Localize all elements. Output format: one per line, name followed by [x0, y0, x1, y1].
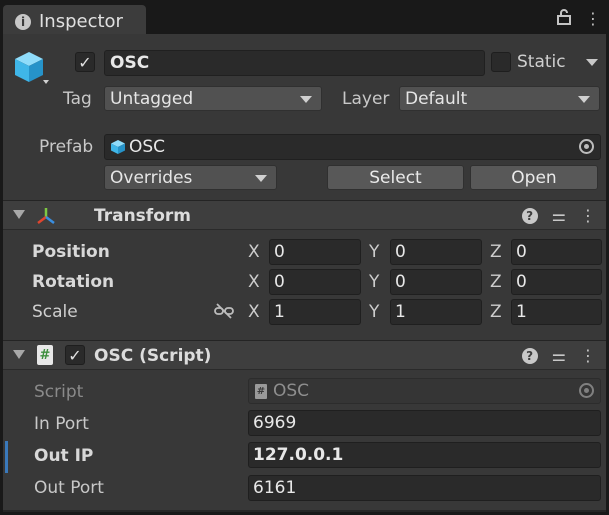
gameobject-name-input[interactable]: OSC: [104, 50, 485, 76]
position-z-input[interactable]: 0: [511, 239, 602, 265]
static-dropdown-icon[interactable]: [586, 59, 598, 66]
script-file-icon: #: [37, 345, 53, 365]
inspector-panel: ✓ OSC Static Tag Untagged Layer Default …: [3, 34, 606, 512]
chevron-down-icon: [300, 96, 312, 103]
link-icon[interactable]: [214, 303, 234, 324]
rotation-label: Rotation: [32, 272, 115, 292]
sliders-icon[interactable]: ⚌: [552, 346, 566, 365]
select-button[interactable]: Select: [327, 165, 464, 190]
script-header[interactable]: # ✓ OSC (Script) ? ⚌ ⋮: [3, 340, 606, 370]
scale-x-input[interactable]: 1: [269, 299, 361, 325]
more-icon[interactable]: ⋮: [585, 9, 601, 29]
position-y-input[interactable]: 0: [390, 239, 482, 265]
transform-icon: [35, 206, 57, 231]
tag-label: Tag: [63, 89, 92, 109]
script-file-icon: #: [255, 383, 267, 399]
chevron-down-icon: [255, 175, 267, 182]
axis-x-label[interactable]: X: [248, 302, 260, 322]
info-icon: i: [15, 13, 31, 30]
static-label: Static: [517, 52, 566, 72]
foldout-icon[interactable]: [13, 350, 25, 359]
axis-x-label[interactable]: X: [248, 242, 260, 262]
help-icon[interactable]: ?: [521, 347, 538, 364]
scale-y-input[interactable]: 1: [390, 299, 482, 325]
script-tools: ? ⚌ ⋮: [521, 346, 596, 365]
axis-z-label[interactable]: Z: [490, 302, 502, 322]
lock-icon[interactable]: [557, 9, 571, 29]
tab-label: Inspector: [39, 11, 123, 32]
script-enabled-checkbox[interactable]: ✓: [65, 345, 85, 365]
bottom-divider: [3, 510, 606, 512]
script-label: Script: [34, 382, 84, 402]
script-title: OSC (Script): [94, 346, 212, 366]
script-value: OSC: [273, 381, 310, 401]
out-ip-label: Out IP: [34, 446, 94, 466]
active-checkbox[interactable]: ✓: [75, 52, 95, 72]
axis-z-label[interactable]: Z: [490, 272, 502, 292]
selection-indicator: [5, 441, 8, 473]
prefab-label: Prefab: [39, 137, 94, 157]
sliders-icon[interactable]: ⚌: [552, 206, 566, 225]
position-x-input[interactable]: 0: [269, 239, 361, 265]
open-button[interactable]: Open: [470, 165, 598, 190]
overrides-label: Overrides: [110, 167, 193, 188]
tab-tools: ⋮: [557, 9, 601, 29]
static-checkbox[interactable]: [491, 52, 511, 72]
axis-z-label[interactable]: Z: [490, 242, 502, 262]
axis-x-label[interactable]: X: [248, 272, 260, 292]
layer-value: Default: [405, 88, 468, 109]
scale-z-input[interactable]: 1: [511, 299, 602, 325]
script-field: # OSC: [248, 378, 601, 404]
position-label: Position: [32, 242, 110, 262]
transform-header[interactable]: Transform ? ⚌ ⋮: [3, 200, 606, 230]
more-icon[interactable]: ⋮: [580, 206, 596, 225]
target-icon[interactable]: [579, 139, 594, 154]
rotation-z-input[interactable]: 0: [511, 269, 602, 295]
target-icon: [579, 383, 594, 398]
axis-y-label[interactable]: Y: [369, 302, 379, 322]
gameobject-icon[interactable]: [13, 50, 49, 93]
tab-inspector[interactable]: i Inspector: [3, 5, 146, 36]
tag-dropdown[interactable]: Untagged: [104, 86, 322, 111]
foldout-icon[interactable]: [13, 210, 25, 219]
axis-y-label[interactable]: Y: [369, 242, 379, 262]
tag-value: Untagged: [110, 88, 194, 109]
out-port-input[interactable]: 6161: [248, 475, 601, 501]
transform-tools: ? ⚌ ⋮: [521, 206, 596, 225]
in-port-input[interactable]: 6969: [248, 410, 601, 436]
out-port-label: Out Port: [34, 478, 104, 498]
help-icon[interactable]: ?: [521, 207, 538, 224]
rotation-x-input[interactable]: 0: [269, 269, 361, 295]
in-port-label: In Port: [34, 414, 89, 434]
transform-title: Transform: [94, 206, 191, 226]
prefab-cube-icon: [111, 140, 125, 154]
prefab-value: OSC: [129, 137, 166, 157]
out-ip-input[interactable]: 127.0.0.1: [248, 442, 601, 468]
layer-label: Layer: [342, 89, 390, 109]
tab-bar: i Inspector ⋮: [0, 0, 609, 36]
scale-label: Scale: [32, 302, 78, 322]
overrides-dropdown[interactable]: Overrides: [104, 165, 277, 190]
axis-y-label[interactable]: Y: [369, 272, 379, 292]
rotation-y-input[interactable]: 0: [390, 269, 482, 295]
prefab-field[interactable]: OSC: [104, 134, 601, 160]
chevron-down-icon: [578, 96, 590, 103]
more-icon[interactable]: ⋮: [580, 346, 596, 365]
layer-dropdown[interactable]: Default: [399, 86, 600, 111]
